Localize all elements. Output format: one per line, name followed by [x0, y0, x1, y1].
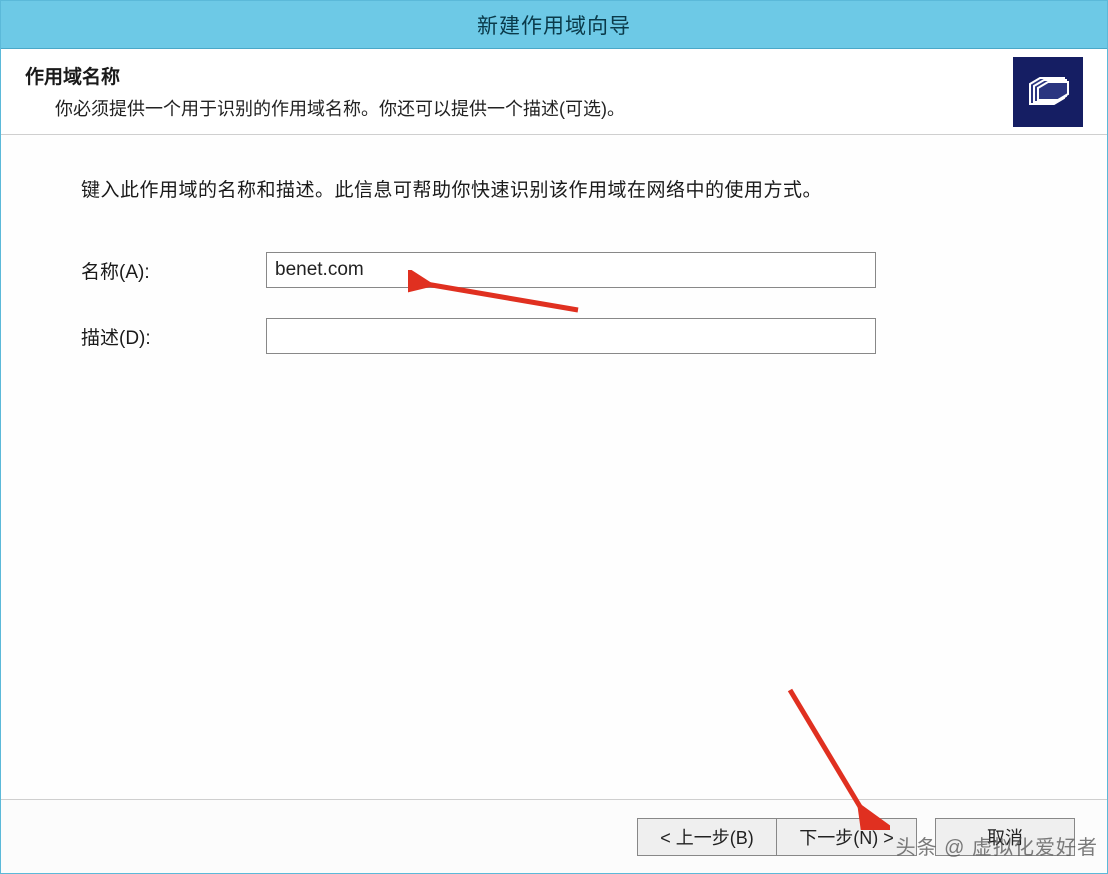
description-label: 描述(D):	[81, 323, 266, 350]
window-title: 新建作用域向导	[477, 10, 631, 40]
titlebar: 新建作用域向导	[1, 1, 1107, 49]
header-title: 作用域名称	[25, 62, 1013, 89]
back-button[interactable]: < 上一步(B)	[637, 818, 777, 856]
description-row: 描述(D):	[81, 318, 1027, 354]
wizard-footer: < 上一步(B) 下一步(N) > 取消	[1, 799, 1107, 873]
wizard-header: 作用域名称 你必须提供一个用于识别的作用域名称。你还可以提供一个描述(可选)。	[1, 49, 1107, 135]
folder-icon	[1013, 57, 1083, 127]
description-input[interactable]	[266, 318, 876, 354]
wizard-body: 键入此作用域的名称和描述。此信息可帮助你快速识别该作用域在网络中的使用方式。 名…	[1, 135, 1107, 799]
instruction-text: 键入此作用域的名称和描述。此信息可帮助你快速识别该作用域在网络中的使用方式。	[81, 175, 1027, 202]
wizard-window: 新建作用域向导 作用域名称 你必须提供一个用于识别的作用域名称。你还可以提供一个…	[0, 0, 1108, 874]
name-row: 名称(A):	[81, 252, 1027, 288]
next-button[interactable]: 下一步(N) >	[777, 818, 917, 856]
nav-button-group: < 上一步(B) 下一步(N) >	[637, 818, 917, 856]
name-input[interactable]	[266, 252, 876, 288]
cancel-button[interactable]: 取消	[935, 818, 1075, 856]
header-subtitle: 你必须提供一个用于识别的作用域名称。你还可以提供一个描述(可选)。	[55, 95, 1013, 121]
name-label: 名称(A):	[81, 257, 266, 284]
header-text: 作用域名称 你必须提供一个用于识别的作用域名称。你还可以提供一个描述(可选)。	[25, 62, 1013, 121]
